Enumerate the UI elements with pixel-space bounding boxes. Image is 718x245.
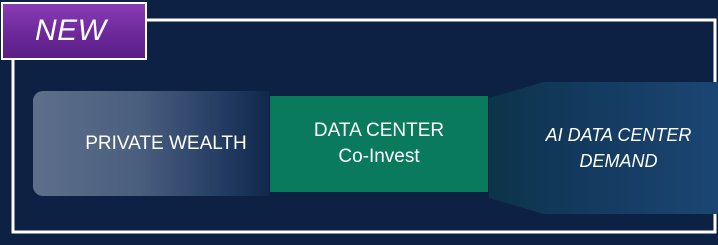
data-center-co-invest-block: DATA CENTER Co-Invest (270, 96, 488, 192)
data-center-label: DATA CENTER (313, 120, 445, 141)
ai-data-center-demand-block: AI DATA CENTER DEMAND (489, 82, 718, 214)
private-wealth-block: PRIVATE WEALTH (33, 91, 269, 196)
new-badge: NEW (1, 2, 147, 60)
co-invest-label: Co-Invest (338, 146, 420, 167)
new-badge-label: NEW (35, 14, 107, 47)
ai-data-center-label: AI DATA CENTER (545, 125, 692, 145)
private-wealth-label: PRIVATE WEALTH (85, 132, 247, 154)
demand-label: DEMAND (579, 151, 658, 171)
